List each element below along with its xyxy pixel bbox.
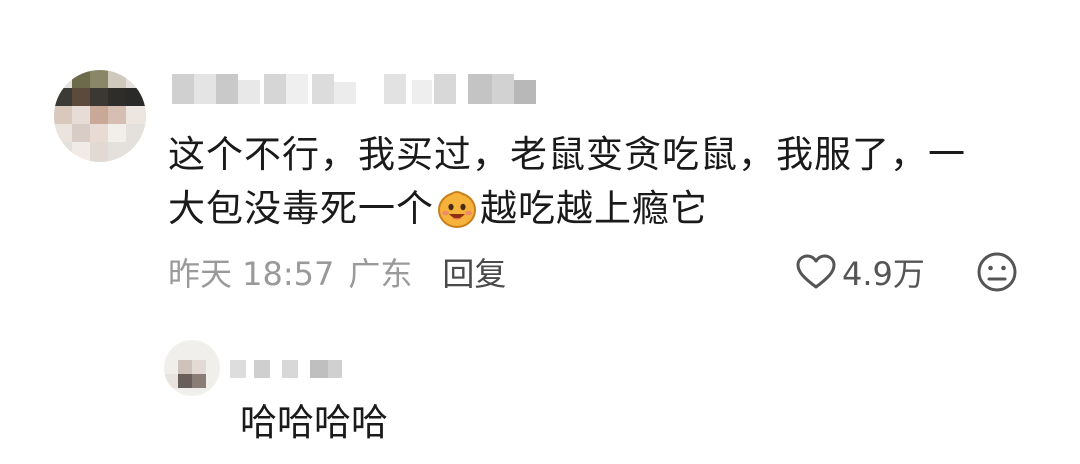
comment-line-2-before: 大包没毒死一个 — [168, 187, 434, 230]
comment-line-2-after: 越吃越上瘾它 — [480, 187, 708, 230]
reply-body: 哈哈哈哈 — [240, 401, 388, 444]
like-button[interactable]: 4.9万 — [796, 250, 925, 294]
comment-line-1: 这个不行，我买过，老鼠变贪吃鼠，我服了，一 — [168, 133, 966, 176]
comment-body: 这个不行，我买过，老鼠变贪吃鼠，我服了，一 大包没毒死一个 越吃越上瘾它 — [168, 128, 1048, 236]
comment-line-2: 大包没毒死一个 越吃越上瘾它 — [168, 182, 1048, 236]
comment-timestamp: 昨天 18:57 — [168, 255, 335, 293]
dislike-face-icon[interactable] — [976, 251, 1018, 293]
comment-meta: 昨天 18:57 广东 回复 — [168, 250, 506, 294]
heart-icon[interactable] — [796, 254, 836, 290]
like-count: 4.9万 — [842, 255, 925, 293]
commenter-username-blurred[interactable] — [172, 70, 552, 110]
grinning-face-icon — [436, 187, 478, 229]
reply-username-blurred[interactable] — [230, 356, 360, 382]
reply-button[interactable]: 回复 — [442, 249, 506, 295]
comment-region: 广东 — [348, 255, 413, 293]
reply-avatar[interactable] — [164, 340, 220, 396]
commenter-avatar[interactable] — [54, 70, 146, 162]
